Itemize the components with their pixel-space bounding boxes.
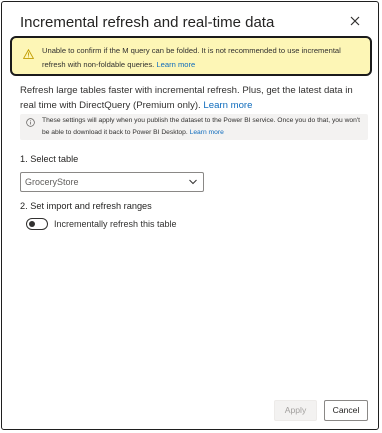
intro-description: Refresh large tables faster with increme… (20, 85, 353, 111)
info-icon (26, 118, 35, 127)
dialog-title: Incremental refresh and real-time data (20, 14, 275, 31)
intro-learn-more-link[interactable]: Learn more (203, 100, 252, 111)
refresh-ranges-heading: 2. Set import and refresh ranges (20, 201, 152, 211)
incremental-refresh-dialog: Incremental refresh and real-time data U… (1, 1, 379, 430)
close-icon[interactable] (348, 14, 362, 28)
chevron-down-icon (189, 179, 197, 185)
incremental-refresh-label: Incrementally refresh this table (54, 219, 177, 229)
intro-text: Refresh large tables faster with increme… (20, 83, 370, 113)
cancel-button[interactable]: Cancel (324, 400, 368, 421)
apply-button[interactable]: Apply (274, 400, 317, 421)
toggle-knob (29, 221, 35, 227)
info-learn-more-link[interactable]: Learn more (190, 129, 224, 136)
table-select[interactable]: GroceryStore (20, 172, 204, 192)
info-banner: These settings will apply when you publi… (20, 114, 368, 140)
table-select-value: GroceryStore (25, 177, 79, 187)
warning-banner: Unable to confirm if the M query can be … (10, 36, 372, 76)
warning-icon (23, 49, 34, 59)
select-table-heading: 1. Select table (20, 154, 79, 164)
incremental-refresh-toggle[interactable] (26, 218, 48, 230)
warning-learn-more-link[interactable]: Learn more (156, 60, 195, 69)
